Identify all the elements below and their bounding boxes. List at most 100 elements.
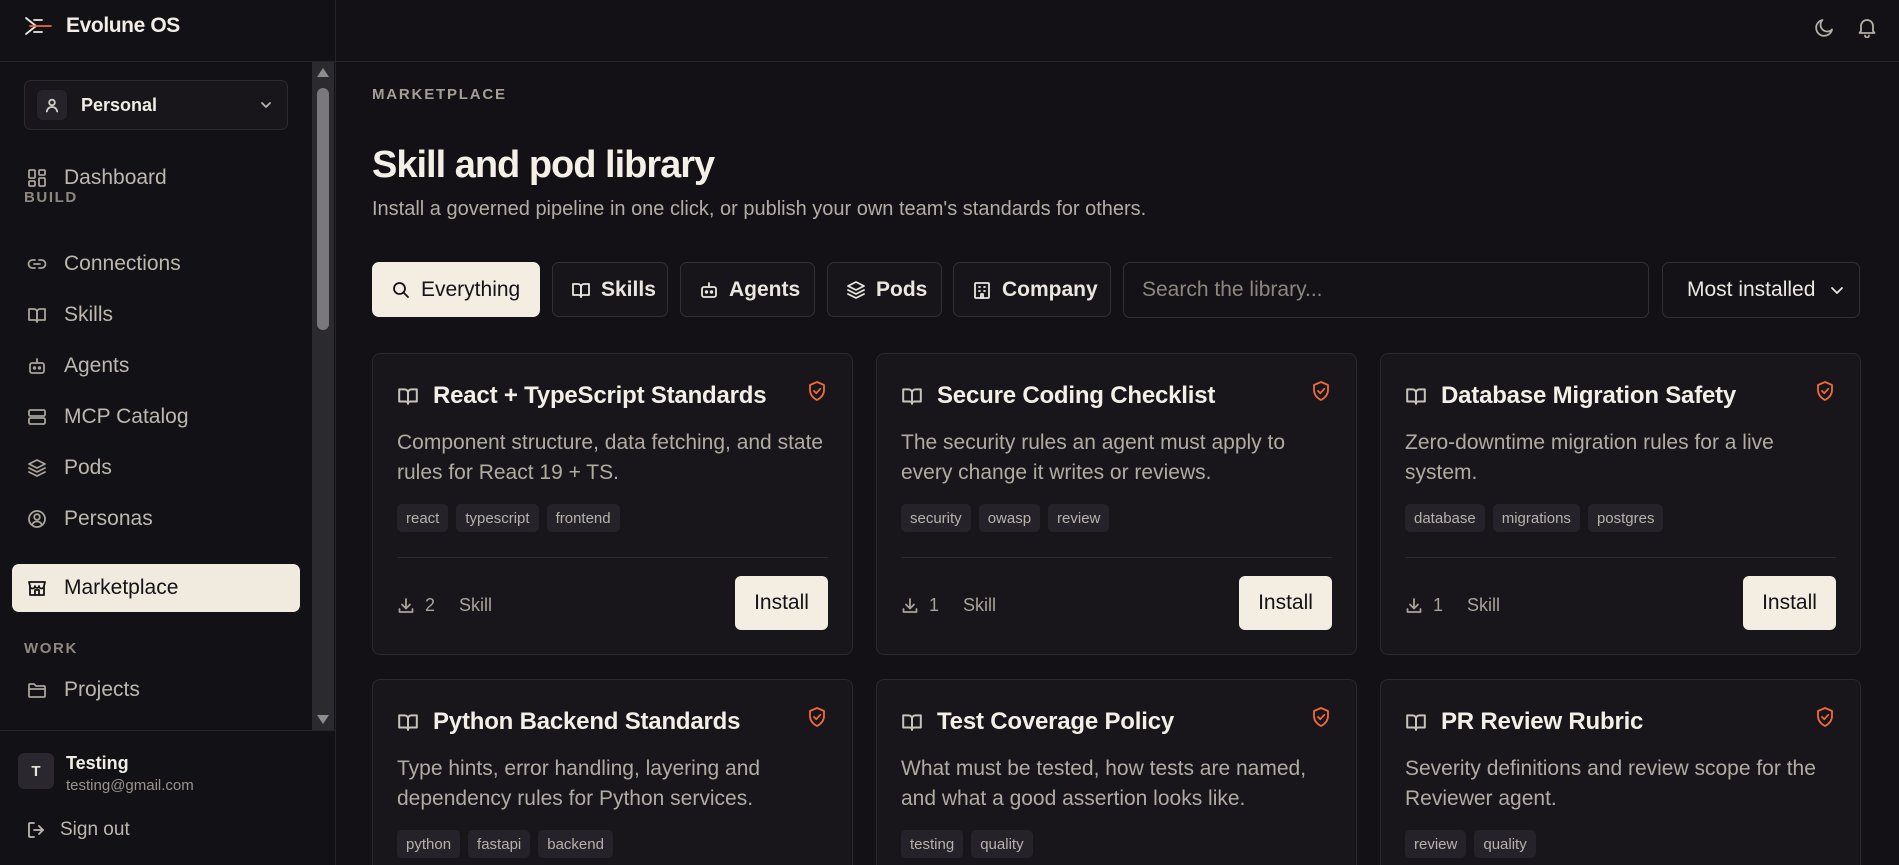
card-description: Component structure, data fetching, and … xyxy=(397,431,824,484)
card-title: Database Migration Safety xyxy=(1441,382,1737,409)
library-card[interactable]: Test Coverage Policy What must be tested… xyxy=(876,679,1357,865)
bell-icon[interactable] xyxy=(1854,14,1880,40)
moon-icon[interactable] xyxy=(1812,14,1838,40)
sidebar-item-label: Skills xyxy=(64,303,114,326)
workspace-selector[interactable]: Personal xyxy=(24,80,288,130)
divider xyxy=(1405,557,1836,558)
scroll-down-arrow-icon[interactable] xyxy=(317,715,329,724)
sort-select[interactable]: Most installed xyxy=(1662,262,1860,318)
library-card[interactable]: Python Backend Standards Type hints, err… xyxy=(372,679,853,865)
avatar[interactable]: T xyxy=(18,753,54,789)
server-icon xyxy=(26,406,48,428)
tag[interactable]: postgres xyxy=(1587,504,1664,532)
filter-label: Agents xyxy=(729,277,801,301)
store-icon xyxy=(26,577,48,599)
sidebar-scrollbar[interactable] xyxy=(312,62,334,730)
tag[interactable]: owasp xyxy=(978,504,1041,532)
filter-company[interactable]: Company xyxy=(953,262,1111,317)
install-count: 1 xyxy=(929,595,940,615)
tag[interactable]: react xyxy=(397,504,449,532)
user-email: testing@gmail.com xyxy=(66,777,194,794)
tag[interactable]: review xyxy=(1405,830,1467,858)
divider xyxy=(397,557,828,558)
sign-out-button[interactable]: Sign out xyxy=(26,819,130,841)
sidebar-item-skills[interactable]: Skills xyxy=(12,291,300,339)
card-description: Severity definitions and review scope fo… xyxy=(1405,757,1816,810)
user-panel: T Testing testing@gmail.com Sign out xyxy=(0,730,336,865)
install-button[interactable]: Install xyxy=(735,576,828,630)
book-icon xyxy=(901,711,923,733)
workspace-label: Personal xyxy=(81,94,158,115)
tag[interactable]: backend xyxy=(538,830,613,858)
user-circle-icon xyxy=(26,508,48,530)
card-meta: 1 Skill xyxy=(1405,595,1500,616)
scrollbar-thumb[interactable] xyxy=(317,88,329,330)
card-tags: review quality xyxy=(1405,830,1536,858)
logout-icon xyxy=(26,820,46,840)
sidebar-item-projects[interactable]: Projects xyxy=(12,666,300,714)
filter-label: Everything xyxy=(421,277,521,301)
book-icon xyxy=(1405,385,1427,407)
search-input[interactable] xyxy=(1123,262,1649,318)
filter-label: Pods xyxy=(876,277,928,301)
app-name: Evolune OS xyxy=(66,14,180,37)
install-button[interactable]: Install xyxy=(1239,576,1332,630)
library-card[interactable]: Secure Coding Checklist The security rul… xyxy=(876,353,1357,655)
tag[interactable]: quality xyxy=(1474,830,1536,858)
filter-label: Skills xyxy=(601,277,656,301)
book-icon xyxy=(26,304,48,326)
filter-agents[interactable]: Agents xyxy=(680,262,815,317)
shield-check-icon xyxy=(1814,706,1836,728)
sidebar-item-pods[interactable]: Pods xyxy=(12,444,300,492)
shield-check-icon xyxy=(1310,706,1332,728)
tag[interactable]: frontend xyxy=(546,504,620,532)
chevron-down-icon xyxy=(259,98,273,112)
page-title: Skill and pod library xyxy=(372,144,715,186)
top-bar xyxy=(336,0,1899,62)
scroll-up-arrow-icon[interactable] xyxy=(317,68,329,77)
tag[interactable]: quality xyxy=(971,830,1033,858)
card-title: Test Coverage Policy xyxy=(937,708,1174,735)
sidebar-item-mcp-catalog[interactable]: MCP Catalog xyxy=(12,393,300,441)
page-eyebrow: MARKETPLACE xyxy=(372,86,507,103)
library-card[interactable]: React + TypeScript Standards Component s… xyxy=(372,353,853,655)
book-icon xyxy=(901,385,923,407)
filter-everything[interactable]: Everything xyxy=(372,262,540,317)
sidebar-item-label: Marketplace xyxy=(64,576,179,599)
sort-selected-value: Most installed xyxy=(1687,278,1816,301)
sidebar-item-label: Connections xyxy=(64,252,181,275)
tag[interactable]: security xyxy=(901,504,971,532)
nav-scroll-area: Personal Dashboard BUILD Connections Ski… xyxy=(0,62,312,730)
card-description: Type hints, error handling, layering and… xyxy=(397,757,761,810)
tag[interactable]: database xyxy=(1405,504,1485,532)
main-content: MARKETPLACE Skill and pod library Instal… xyxy=(336,62,1899,865)
tag[interactable]: typescript xyxy=(456,504,539,532)
card-description: The security rules an agent must apply t… xyxy=(901,431,1286,484)
sidebar-item-agents[interactable]: Agents xyxy=(12,342,300,390)
tag[interactable]: testing xyxy=(901,830,964,858)
library-card[interactable]: PR Review Rubric Severity definitions an… xyxy=(1380,679,1861,865)
tag[interactable]: python xyxy=(397,830,461,858)
brand[interactable]: Evolune OS xyxy=(24,12,180,40)
book-icon xyxy=(397,385,419,407)
install-button[interactable]: Install xyxy=(1743,576,1836,630)
tag[interactable]: migrations xyxy=(1492,504,1580,532)
sidebar-item-label: MCP Catalog xyxy=(64,405,189,428)
card-title: React + TypeScript Standards xyxy=(433,382,767,409)
filter-pods[interactable]: Pods xyxy=(827,262,942,317)
tag[interactable]: review xyxy=(1048,504,1110,532)
tag[interactable]: fastapi xyxy=(468,830,531,858)
layers-icon xyxy=(846,280,866,300)
library-card[interactable]: Database Migration Safety Zero-downtime … xyxy=(1380,353,1861,655)
bot-icon xyxy=(699,280,719,300)
card-kind: Skill xyxy=(963,595,997,615)
sidebar-item-marketplace[interactable]: Marketplace xyxy=(12,564,300,612)
user-name: Testing xyxy=(66,753,129,773)
bot-icon xyxy=(26,355,48,377)
card-tags: testing quality xyxy=(901,830,1033,858)
download-icon xyxy=(397,597,415,615)
sidebar: Evolune OS Personal Dashboard BUILD Conn… xyxy=(0,0,336,865)
sidebar-item-connections[interactable]: Connections xyxy=(12,240,300,288)
filter-skills[interactable]: Skills xyxy=(552,262,668,317)
sidebar-item-personas[interactable]: Personas xyxy=(12,495,300,543)
